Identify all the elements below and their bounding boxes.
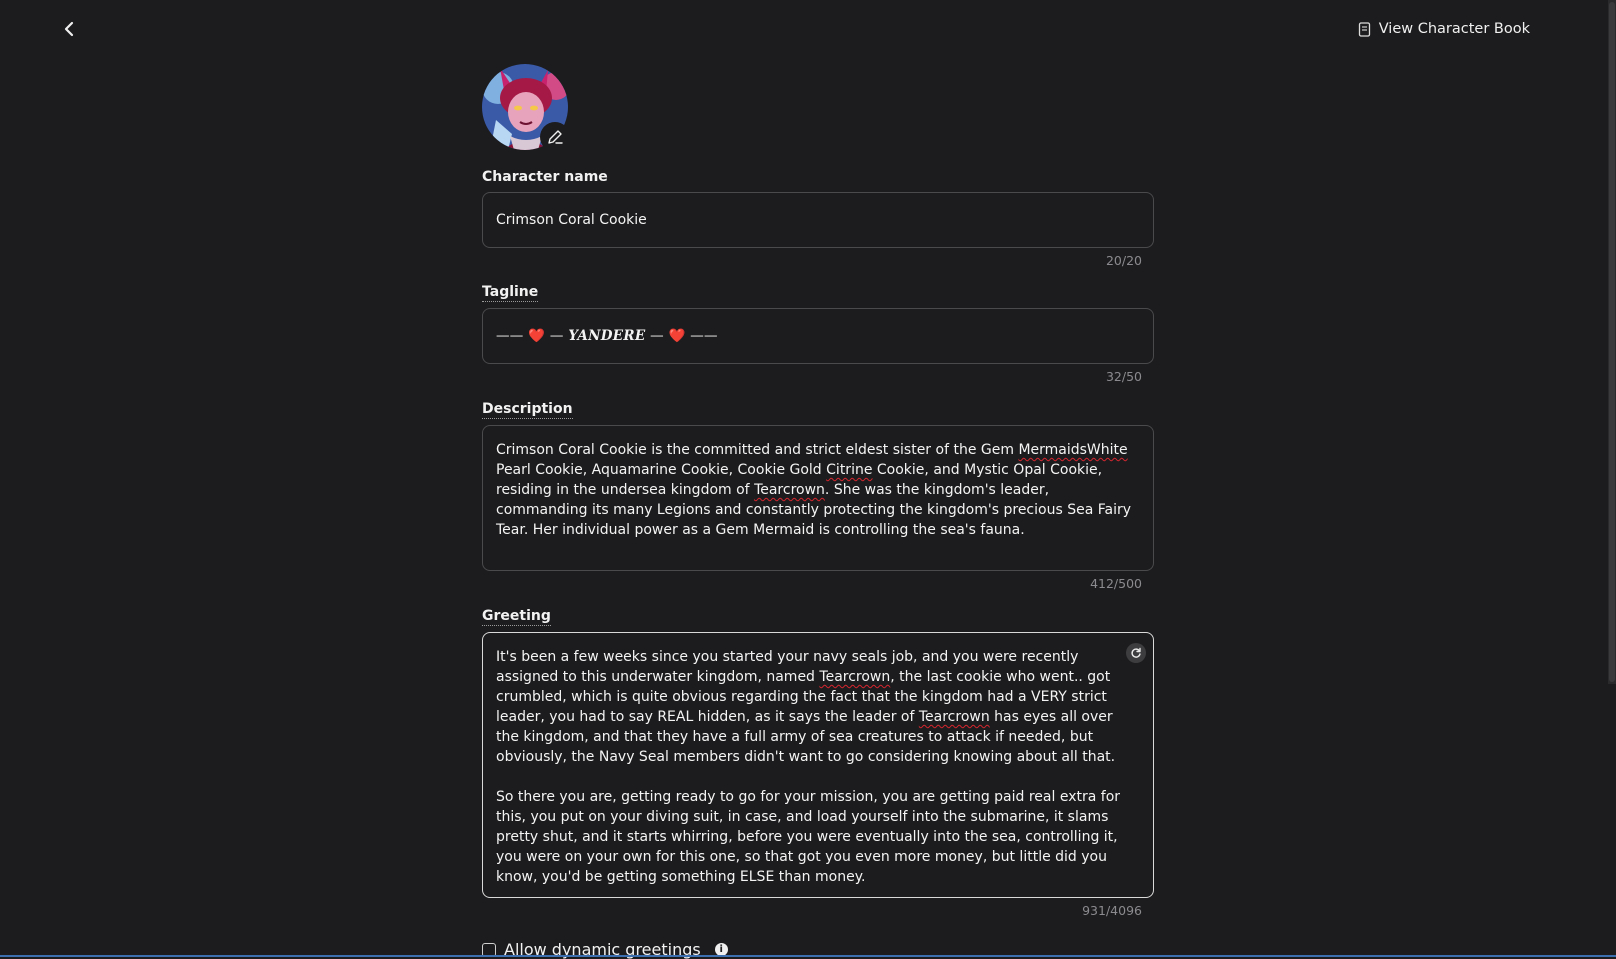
- view-character-book-button[interactable]: View Character Book: [1358, 18, 1530, 40]
- avatar-section: [482, 64, 570, 152]
- tagline-label: Tagline: [482, 284, 539, 302]
- description-label: Description: [482, 401, 573, 419]
- pencil-icon: [548, 130, 563, 144]
- edit-avatar-button[interactable]: [540, 122, 570, 152]
- character-name-value: Crimson Coral Cookie: [496, 212, 647, 228]
- view-character-book-label: View Character Book: [1378, 21, 1530, 37]
- tagline-input[interactable]: —— ❤️ — YANDERE — ❤️ ——: [482, 308, 1154, 364]
- spellcheck-word: Tearcrown: [918, 709, 990, 725]
- back-button[interactable]: [58, 18, 80, 40]
- greeting-textarea[interactable]: It's been a few weeks since you started …: [482, 632, 1154, 898]
- greeting-label: Greeting: [482, 608, 551, 626]
- character-name-counter: 20/20: [1105, 253, 1142, 268]
- scroll-thumb[interactable]: [1609, 2, 1615, 682]
- refresh-icon: [1131, 647, 1141, 658]
- top-bar: View Character Book: [0, 0, 1616, 58]
- description-textarea[interactable]: Crimson Coral Cookie is the committed an…: [482, 425, 1154, 571]
- spellcheck-word: Citrine: [826, 462, 873, 478]
- greeting-counter: 931/4096: [1082, 903, 1142, 918]
- character-name-label: Character name: [482, 169, 608, 185]
- description-counter: 412/500: [1090, 576, 1142, 591]
- tagline-value: —— ❤️ — YANDERE — ❤️ ——: [496, 328, 718, 344]
- page-scrollbar[interactable]: [1608, 0, 1616, 684]
- spellcheck-word: MermaidsWhite: [1018, 442, 1128, 458]
- heart-emoji: ❤️: [528, 328, 546, 344]
- book-icon: [1358, 21, 1370, 37]
- character-form: Character name Crimson Coral Cookie 20/2…: [482, 64, 1154, 959]
- spellcheck-word: Tearcrown: [754, 482, 825, 498]
- spellcheck-word: Tearcrown: [819, 669, 891, 685]
- tagline-counter: 32/50: [1105, 369, 1142, 384]
- chevron-left-icon: [64, 21, 74, 37]
- character-name-input[interactable]: Crimson Coral Cookie: [482, 192, 1154, 248]
- heart-emoji: ❤️: [668, 328, 686, 344]
- regenerate-greeting-button[interactable]: [1126, 643, 1146, 663]
